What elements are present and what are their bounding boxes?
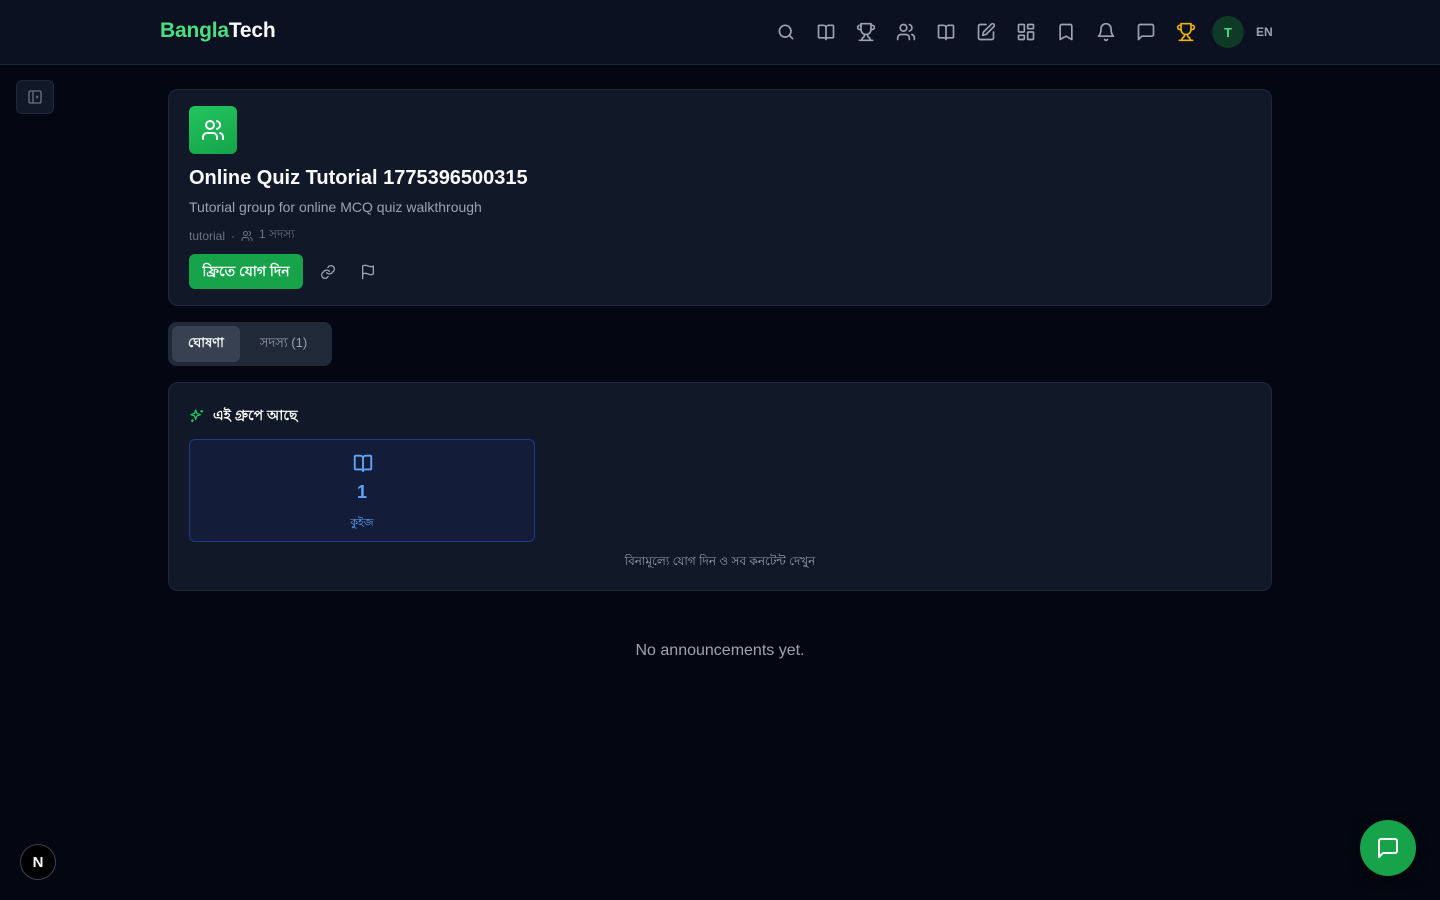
join-hint-text: বিনামূল্যে যোগ দিন ও সব কনটেন্ট দেখুন (624, 554, 816, 568)
book-open-icon (352, 452, 374, 474)
group-description: Tutorial group for online MCQ quiz walkt… (189, 199, 482, 215)
nav-icon-bar: T EN (766, 12, 1273, 52)
tab-announcements[interactable]: ঘোষণা (172, 326, 240, 362)
member-count: 1 সদস্য (259, 227, 295, 241)
bell-icon[interactable] (1086, 12, 1126, 52)
contents-title: এই গ্রুপে আছে (213, 407, 298, 423)
users-icon (241, 231, 253, 241)
book-open-icon[interactable] (806, 12, 846, 52)
group-meta: tutorial · 1 সদস্য (189, 226, 295, 246)
chat-fab-button[interactable] (1360, 820, 1416, 876)
next-logo-badge[interactable]: N (20, 844, 56, 880)
brand-name-part1: Bangla (160, 19, 229, 42)
top-navbar: BanglaTech T EN (0, 0, 1440, 65)
chat-icon[interactable] (1126, 12, 1166, 52)
sidebar-icon (28, 90, 42, 104)
tab-members[interactable]: সদস্য (1) (244, 326, 323, 362)
chat-icon (1378, 838, 1398, 858)
avatar[interactable]: T (1212, 16, 1244, 48)
quiz-stat-card[interactable]: 1 কুইজ (189, 439, 535, 542)
grid-icon[interactable] (1006, 12, 1046, 52)
quiz-label: কুইজ (350, 517, 374, 529)
link-icon[interactable] (314, 258, 342, 286)
bookmark-icon[interactable] (1046, 12, 1086, 52)
group-header-card: Online Quiz Tutorial 1775396500315 Tutor… (168, 89, 1272, 306)
brand-name-part2: Tech (228, 19, 276, 42)
book-open-icon[interactable] (926, 12, 966, 52)
empty-announcements-text: No announcements yet. (635, 642, 805, 659)
flag-icon[interactable] (354, 258, 382, 286)
meta-separator: · (231, 229, 236, 243)
sparkles-icon (190, 409, 203, 422)
quiz-count: 1 (356, 482, 367, 502)
group-category: tutorial (189, 229, 226, 243)
join-free-button[interactable]: ফ্রিতে যোগ দিন (189, 254, 303, 289)
brand-logo[interactable]: BanglaTech (160, 19, 276, 43)
contents-heading: এই গ্রুপে আছে (189, 404, 297, 428)
trophy-icon[interactable] (846, 12, 886, 52)
tab-bar: ঘোষণা সদস্য (1) (168, 322, 332, 366)
search-icon[interactable] (766, 12, 806, 52)
users-icon (189, 106, 237, 154)
pencil-square-icon[interactable] (966, 12, 1006, 52)
language-switch[interactable]: EN (1256, 25, 1273, 39)
users-icon[interactable] (886, 12, 926, 52)
page-title: Online Quiz Tutorial 1775396500315 (189, 167, 528, 189)
sidebar-toggle-button[interactable] (16, 80, 54, 114)
trophy-icon[interactable] (1166, 12, 1206, 52)
group-contents-card: এই গ্রুপে আছে 1 কুইজ বিনামূল্যে যোগ দিন … (168, 382, 1272, 591)
